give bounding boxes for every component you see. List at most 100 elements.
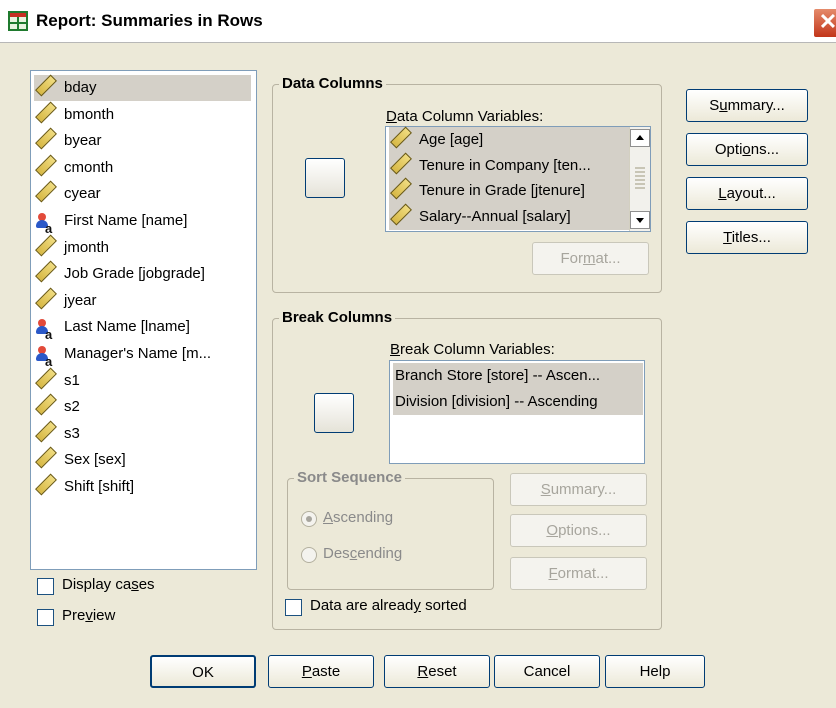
list-item-label: Branch Store [store] -- Ascen... xyxy=(395,367,601,384)
break-options-button[interactable]: Options... xyxy=(510,514,647,547)
list-item[interactable]: Salary--Annual [salary] xyxy=(389,203,629,230)
sort-sequence-group: Sort Sequence xyxy=(287,469,494,590)
ruler-icon xyxy=(34,367,58,394)
title-bar: Report: Summaries in Rows ✕ xyxy=(0,0,836,43)
list-item[interactable]: a Manager's Name [m... xyxy=(34,341,251,369)
summary-button[interactable]: Summary... xyxy=(686,89,808,122)
list-item-label: Salary--Annual [salary] xyxy=(419,207,571,225)
reset-button[interactable]: Reset xyxy=(384,655,490,688)
list-item-label: First Name [name] xyxy=(64,212,188,229)
list-item[interactable]: Shift [shift] xyxy=(34,473,251,500)
list-item-label: Shift [shift] xyxy=(64,478,135,495)
titles-button[interactable]: Titles... xyxy=(686,221,808,254)
list-item-label: cmonth xyxy=(64,158,114,176)
list-item-label: s3 xyxy=(64,424,80,442)
data-columns-scrollbar[interactable] xyxy=(629,127,650,231)
list-item-label: bmonth xyxy=(64,105,115,123)
list-item-label: Manager's Name [m... xyxy=(64,345,212,362)
preview-checkbox[interactable] xyxy=(37,609,54,626)
ruler-icon xyxy=(34,180,58,207)
nominal-string-icon: a xyxy=(34,314,58,342)
list-item-label: cyear xyxy=(64,185,101,203)
data-already-sorted-label: Data are already sorted xyxy=(310,597,467,614)
layout-button[interactable]: Layout... xyxy=(686,177,808,210)
data-columns-group-label: Data Columns xyxy=(279,75,386,92)
window-title: Report: Summaries in Rows xyxy=(36,11,263,30)
list-item[interactable]: cyear xyxy=(34,180,251,207)
list-item[interactable]: s1 xyxy=(34,367,251,394)
help-button[interactable]: Help xyxy=(605,655,705,688)
data-column-variables-label: Data Column Variables: xyxy=(386,108,544,125)
list-item[interactable]: s2 xyxy=(34,393,251,420)
list-item-label: byear xyxy=(64,132,102,150)
close-button[interactable]: ✕ xyxy=(813,8,836,38)
ok-button[interactable]: OK xyxy=(150,655,256,688)
ruler-icon xyxy=(34,101,58,128)
list-item[interactable]: a First Name [name] xyxy=(34,208,251,236)
ascending-label: Ascending xyxy=(323,509,394,526)
list-item[interactable]: Age [age] xyxy=(389,126,629,153)
nominal-string-icon: a xyxy=(34,341,58,369)
ruler-icon xyxy=(34,74,58,101)
source-variable-list[interactable]: bday bmonth byear cmonth cyear a First Name [n… xyxy=(30,70,257,570)
scroll-thumb-grip[interactable] xyxy=(635,167,645,189)
list-item-label: jyear xyxy=(64,291,97,309)
list-item[interactable]: cmonth xyxy=(34,154,251,181)
list-item-label: Last Name [lname] xyxy=(64,318,190,336)
descending-label: Descending xyxy=(323,545,403,562)
break-column-variables-label: Break Column Variables: xyxy=(390,341,555,358)
move-to-data-columns-button[interactable] xyxy=(305,158,345,198)
list-item[interactable]: jyear xyxy=(34,287,251,314)
break-format-button[interactable]: Format... xyxy=(510,557,647,590)
break-column-variables-list[interactable]: Branch Store [store] -- Ascen... Division… xyxy=(389,360,645,464)
move-to-break-columns-button[interactable] xyxy=(314,393,354,433)
list-item[interactable]: a Last Name [lname] xyxy=(34,314,251,342)
list-item[interactable]: bday xyxy=(34,74,251,101)
data-columns-format-button[interactable]: Format... xyxy=(532,242,649,275)
break-summary-button[interactable]: Summary... xyxy=(510,473,647,506)
list-item-label: Tenure in Grade [jtenure] xyxy=(419,182,585,199)
ruler-icon xyxy=(389,203,413,230)
list-item[interactable]: jmonth xyxy=(34,234,251,261)
ruler-icon xyxy=(34,393,58,420)
options-button[interactable]: Options... xyxy=(686,133,808,166)
ruler-icon xyxy=(34,127,58,154)
list-item[interactable]: Tenure in Grade [jtenure] xyxy=(389,177,629,204)
list-item-label: jmonth xyxy=(64,238,110,256)
ruler-icon xyxy=(34,420,58,447)
list-item-label: s1 xyxy=(64,371,80,389)
list-item-label: Age [age] xyxy=(419,131,484,148)
ruler-icon xyxy=(34,154,58,181)
display-cases-checkbox[interactable] xyxy=(37,578,54,595)
cancel-button[interactable]: Cancel xyxy=(494,655,600,688)
list-item[interactable]: Sex [sex] xyxy=(34,446,251,473)
list-item[interactable]: bmonth xyxy=(34,101,251,128)
close-icon: ✕ xyxy=(818,9,836,34)
ruler-icon xyxy=(34,473,58,500)
scroll-down-button[interactable] xyxy=(630,211,650,229)
ruler-icon xyxy=(34,287,58,314)
list-item[interactable]: s3 xyxy=(34,420,251,447)
list-item[interactable]: Branch Store [store] -- Ascen... xyxy=(393,363,643,389)
list-item-label: Tenure in Company [ten... xyxy=(419,156,591,174)
list-item[interactable]: byear xyxy=(34,127,251,154)
ruler-icon xyxy=(34,446,58,473)
list-item[interactable]: Job Grade [jobgrade] xyxy=(34,260,251,287)
list-item[interactable]: Division [division] -- Ascending xyxy=(393,389,643,415)
list-item-label: s2 xyxy=(64,398,80,416)
paste-button[interactable]: Paste xyxy=(268,655,374,688)
list-item[interactable]: Tenure in Company [ten... xyxy=(389,152,629,179)
preview-label: Preview xyxy=(62,607,116,624)
data-already-sorted-checkbox[interactable] xyxy=(285,599,302,616)
break-columns-group-label: Break Columns xyxy=(279,309,396,326)
ascending-radio[interactable] xyxy=(301,511,317,527)
display-cases-label: Display cases xyxy=(62,576,155,593)
ruler-icon xyxy=(389,152,413,179)
descending-radio[interactable] xyxy=(301,547,317,563)
list-item-label: Sex [sex] xyxy=(64,451,126,469)
scroll-up-icon xyxy=(636,135,644,140)
scroll-down-icon xyxy=(636,218,644,223)
scroll-up-button[interactable] xyxy=(630,129,650,147)
data-column-variables-list[interactable]: Age [age] Tenure in Company [ten... Tenure… xyxy=(385,126,651,232)
sort-sequence-group-label: Sort Sequence xyxy=(294,469,406,486)
